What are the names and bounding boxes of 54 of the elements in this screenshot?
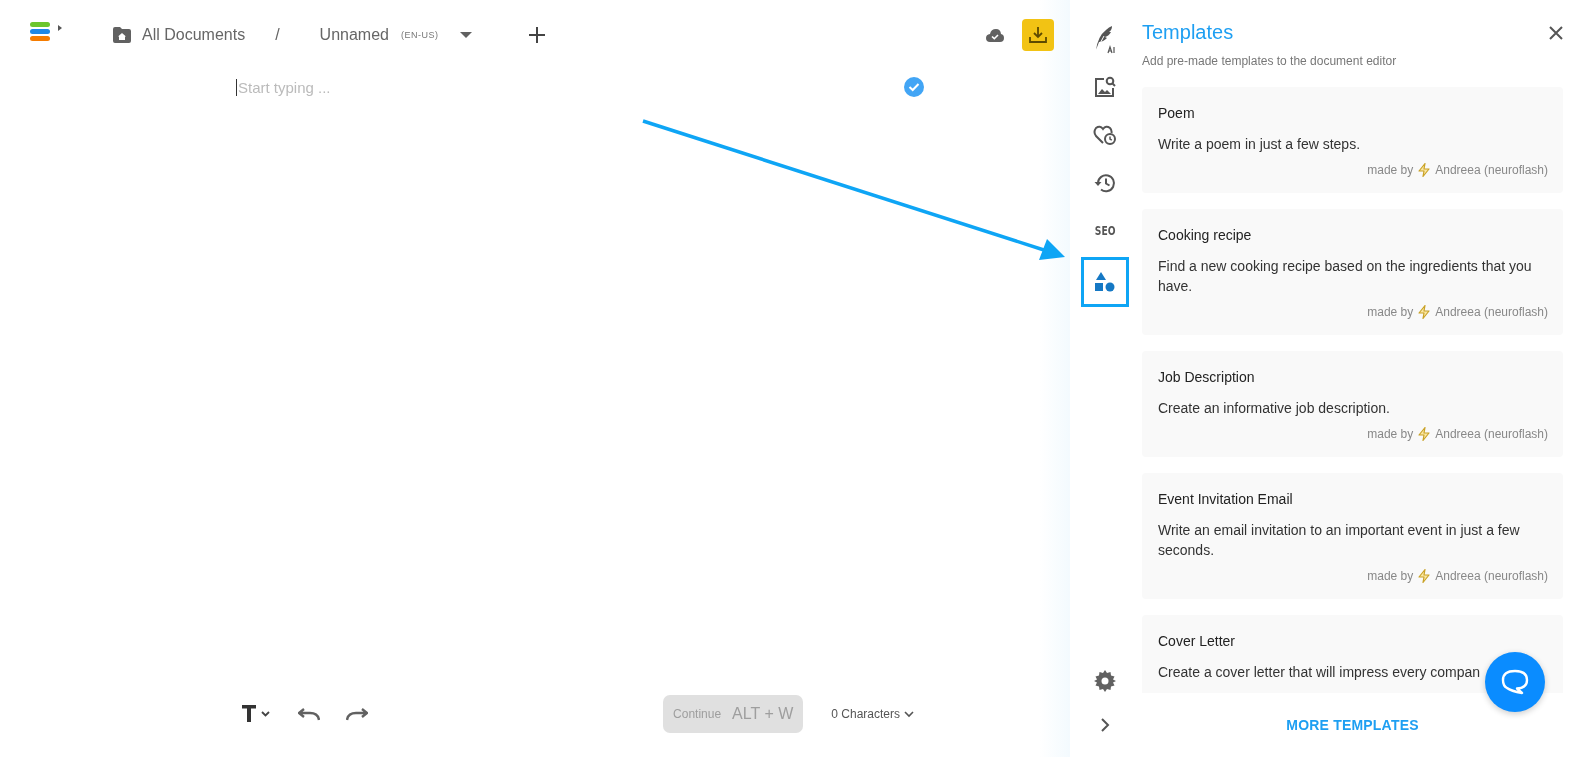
home-folder-icon [113, 27, 131, 43]
template-title: Cooking recipe [1158, 227, 1253, 243]
lightning-icon [1418, 305, 1431, 319]
check-circle-icon [904, 77, 924, 97]
template-description: Write a poem in just a few steps. [1158, 135, 1362, 154]
template-title: Job Description [1158, 369, 1256, 385]
author-name: Andreea (neuroflash) [1435, 163, 1548, 177]
shapes-icon [1094, 271, 1116, 293]
document-name[interactable]: Unnamed [319, 26, 389, 44]
template-card[interactable]: Poem Write a poem in just a few steps. made by Andreea (neuroflash) [1142, 87, 1563, 193]
made-by-label: made by [1367, 569, 1414, 583]
add-icon[interactable] [529, 27, 546, 43]
author-name: Andreea (neuroflash) [1435, 569, 1548, 583]
made-by-label: made by [1367, 427, 1414, 441]
image-search-icon [1094, 76, 1116, 98]
made-by-label: made by [1367, 163, 1414, 177]
lightning-icon [1418, 163, 1431, 177]
lightning-icon [1418, 569, 1431, 583]
redo-icon[interactable] [346, 707, 368, 721]
dropdown-caret-icon[interactable] [460, 31, 473, 39]
author-name: Andreea (neuroflash) [1435, 305, 1548, 319]
download-button[interactable] [1022, 19, 1054, 51]
lightning-icon [1418, 427, 1431, 441]
panel-subtitle: Add pre-made templates to the document editor [1142, 54, 1397, 68]
template-description: Find a new cooking recipe based on the ingredients that you have. [1158, 257, 1533, 296]
chevron-right-icon[interactable] [1100, 718, 1110, 732]
template-description: Create an informative job description. [1158, 399, 1391, 418]
made-by-label: made by [1367, 305, 1414, 319]
template-card[interactable]: Job Description Create an informative job description. made by Andreea (neuroflash) [1142, 351, 1563, 457]
template-card[interactable]: Cover Letter Create a cover letter that will impress every compan [1142, 615, 1563, 693]
chevron-down-icon [904, 710, 914, 718]
download-icon [1029, 26, 1047, 44]
history-icon [1094, 173, 1116, 193]
template-description: Create a cover letter that will impress every compan [1158, 663, 1482, 682]
close-icon[interactable] [1549, 26, 1563, 40]
template-title: Poem [1158, 105, 1196, 121]
undo-icon[interactable] [298, 707, 320, 721]
breadcrumb-link[interactable]: All Documents [142, 26, 246, 44]
templates-tab[interactable] [1081, 257, 1129, 307]
language-label: (EN-US) [401, 30, 439, 40]
settings-icon[interactable] [1094, 670, 1116, 692]
heart-clock-icon [1093, 124, 1117, 146]
seo-tab[interactable]: SEO [1081, 209, 1129, 253]
cloud-saved-icon [986, 28, 1004, 42]
character-count-dropdown[interactable]: 0 Characters [825, 706, 920, 722]
template-card[interactable]: Cooking recipe Find a new cooking recipe based on the ingredients that you have. made by Andreea (neuroflash) [1142, 209, 1563, 335]
chat-bubble-icon [1501, 669, 1529, 695]
template-title: Cover Letter [1158, 633, 1237, 649]
template-card[interactable]: Event Invitation Email Write an email invitation to an important event in just a few seconds. made by Andreea (neuroflash) [1142, 473, 1563, 599]
template-title: Event Invitation Email [1158, 491, 1294, 507]
author-name: Andreea (neuroflash) [1435, 427, 1548, 441]
panel-title: Templates [1142, 21, 1235, 44]
template-description: Write an email invitation to an important event in just a few seconds. [1158, 521, 1521, 560]
breadcrumb-separator: / [275, 26, 280, 44]
